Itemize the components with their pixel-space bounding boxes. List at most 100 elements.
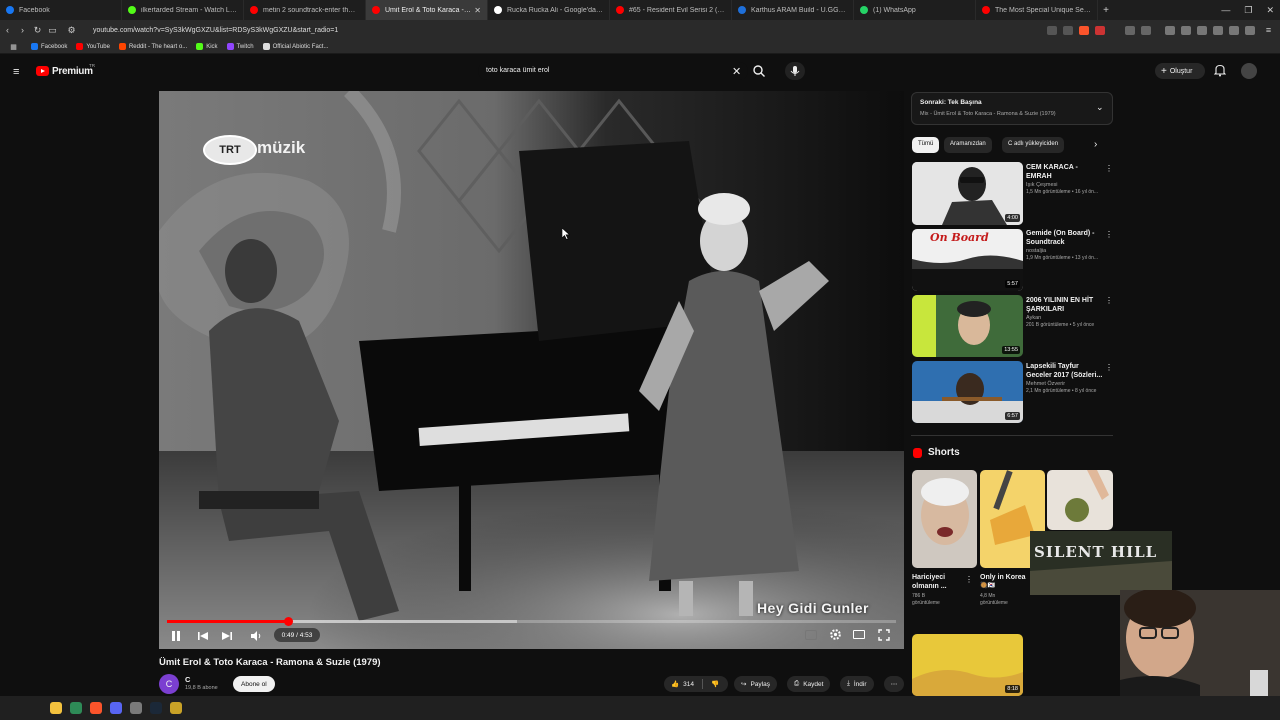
- app-icon[interactable]: [130, 702, 142, 714]
- rec-info-3[interactable]: 2006 YILININ EN HİT ŞARKILARI Aykan 201 …: [1026, 296, 1104, 329]
- rec-info-1[interactable]: CEM KARACA - EMRAH Işık Çeşmesi 1,5 Mn g…: [1026, 163, 1104, 196]
- subtitles-icon[interactable]: [805, 630, 817, 640]
- rec-info-4[interactable]: Lapsekili Tayfur Geceler 2017 (Sözleri..…: [1026, 362, 1104, 395]
- like-count[interactable]: 314: [683, 681, 694, 688]
- share-icon[interactable]: [1063, 25, 1073, 35]
- wallet-icon[interactable]: [1197, 25, 1207, 35]
- more-actions-button[interactable]: ⋯: [884, 676, 904, 692]
- pause-icon[interactable]: [171, 629, 181, 641]
- rec-more-icon[interactable]: ⋮: [1105, 296, 1113, 305]
- back-icon[interactable]: ‹: [0, 25, 15, 35]
- url-field[interactable]: youtube.com/watch?v=SyS3kWgGXZU&list=RDS…: [93, 27, 1047, 34]
- chevron-down-icon[interactable]: ⌄: [1096, 102, 1104, 113]
- menu-icon[interactable]: ≡: [1261, 25, 1276, 35]
- minimize-icon[interactable]: —: [1221, 5, 1230, 15]
- browser-tab[interactable]: (1) WhatsApp: [854, 0, 976, 20]
- profile-icon[interactable]: [1245, 25, 1255, 35]
- file-explorer-icon[interactable]: [50, 702, 62, 714]
- extension-icon[interactable]: [1095, 25, 1105, 35]
- bookmark-item[interactable]: Official Abiotic Fact...: [262, 43, 328, 50]
- subscribe-button[interactable]: Abone ol: [233, 676, 275, 692]
- video-player[interactable]: TRT müzik Hey Gidi Gunler 0:49 / 4:53: [159, 91, 904, 649]
- channel-avatar[interactable]: C: [159, 674, 179, 694]
- mix-playlist-panel[interactable]: Sonraki: Tek Başına Mix - Ümit Erol & To…: [911, 92, 1113, 125]
- bookmark-item[interactable]: Facebook: [31, 43, 67, 50]
- rec-info-2[interactable]: Gemide (On Board) - Soundtrack nostaljia…: [1026, 229, 1104, 262]
- vpn-icon[interactable]: [1229, 25, 1239, 35]
- steam-icon[interactable]: [150, 702, 162, 714]
- rec-thumbnail-4[interactable]: 6:57: [912, 361, 1023, 423]
- chip-from-uploader[interactable]: C adlı yükleyiciden: [1002, 137, 1065, 153]
- site-info-icon[interactable]: ⚙: [64, 25, 79, 36]
- like-icon[interactable]: 👍: [671, 680, 679, 688]
- settings-gear-icon[interactable]: [829, 628, 842, 646]
- bookmark-icon[interactable]: ▭: [45, 25, 60, 36]
- next-icon[interactable]: [221, 629, 233, 647]
- fullscreen-icon[interactable]: [878, 628, 890, 646]
- browser-tab[interactable]: Karthus ARAM Build - U.GG Karthus: [732, 0, 854, 20]
- browser-tab[interactable]: ilkertarded Stream - Watch Live on K: [122, 0, 244, 20]
- bookmark-item[interactable]: Reddit - The heart o...: [118, 43, 187, 50]
- browser-tab[interactable]: The Most Special Unique Self Heatin: [976, 0, 1098, 20]
- rec-thumbnail-1[interactable]: 4:00: [912, 162, 1023, 225]
- discord-icon[interactable]: [110, 702, 122, 714]
- forward-icon[interactable]: ›: [15, 25, 30, 35]
- youtube-logo-icon[interactable]: [36, 66, 49, 76]
- browser-tab[interactable]: #65 - Resident Evil Serisi 2 (PS2 Döne: [610, 0, 732, 20]
- puzzle-icon[interactable]: [1141, 25, 1151, 35]
- app-icon[interactable]: [170, 702, 182, 714]
- chip-all[interactable]: Tümü: [912, 137, 940, 153]
- chip-from-search[interactable]: Aramanızdan: [944, 137, 992, 153]
- close-window-icon[interactable]: ✕: [1266, 5, 1274, 16]
- brave-shield-icon[interactable]: [1079, 25, 1089, 35]
- youtube-logo-text[interactable]: Premium: [52, 66, 93, 77]
- extensions-icon[interactable]: [1125, 25, 1135, 35]
- rec-more-icon[interactable]: ⋮: [1105, 230, 1113, 239]
- browser-tab[interactable]: Rucka Rucka Ali - Google'da Ara: [488, 0, 610, 20]
- rec-more-icon[interactable]: ⋮: [1105, 363, 1113, 372]
- browser-tab[interactable]: Ümit Erol & Toto Karaca - Ra ✕: [366, 0, 488, 20]
- account-avatar[interactable]: [1241, 63, 1257, 79]
- search-icon[interactable]: [752, 64, 766, 83]
- search-input[interactable]: toto karaca ümit erol: [478, 62, 748, 80]
- clear-search-icon[interactable]: ✕: [732, 65, 741, 78]
- short-thumbnail-3[interactable]: [1047, 470, 1113, 530]
- progress-bar[interactable]: [167, 617, 896, 626]
- miniplayer-icon[interactable]: [853, 630, 865, 639]
- volume-icon[interactable]: [250, 629, 262, 647]
- notifications-icon[interactable]: [1213, 64, 1227, 82]
- browser-tab[interactable]: Facebook: [0, 0, 122, 20]
- brave-browser-icon[interactable]: [90, 702, 102, 714]
- share-button[interactable]: ↪ Paylaş: [734, 676, 777, 692]
- save-button[interactable]: ⎙ Kaydet: [787, 676, 831, 692]
- cast-icon[interactable]: [1047, 25, 1057, 35]
- short-more-icon[interactable]: ⋮: [965, 575, 973, 584]
- create-button[interactable]: + Oluştur: [1155, 63, 1205, 79]
- rec-thumbnail-2[interactable]: On Board 5:57: [912, 229, 1023, 291]
- download-button[interactable]: ⤓ İndir: [840, 676, 874, 692]
- rec-thumbnail-5[interactable]: 8:18: [912, 634, 1023, 696]
- bookmark-item[interactable]: YouTube: [76, 43, 110, 50]
- sidebar-icon[interactable]: [1181, 25, 1191, 35]
- restore-icon[interactable]: ❐: [1244, 5, 1252, 16]
- rec-more-icon[interactable]: ⋮: [1105, 164, 1113, 173]
- short-thumbnail-1[interactable]: [912, 470, 977, 568]
- short-info-1[interactable]: Hariciyeci olmanın ... 786 B görüntüleme: [912, 573, 966, 607]
- dislike-icon[interactable]: 👎: [711, 680, 719, 688]
- bookmark-item[interactable]: Twitch: [226, 43, 254, 50]
- music-icon[interactable]: [1165, 25, 1175, 35]
- leo-icon[interactable]: [1213, 25, 1223, 35]
- rec-thumbnail-3[interactable]: 13:55: [912, 295, 1023, 357]
- close-tab-icon[interactable]: ✕: [474, 6, 481, 15]
- apps-icon[interactable]: ▦: [6, 43, 21, 51]
- new-tab-button[interactable]: +: [1098, 5, 1114, 16]
- reload-icon[interactable]: ↻: [30, 25, 45, 36]
- previous-icon[interactable]: [197, 629, 209, 647]
- bookmark-item[interactable]: Kick: [196, 43, 218, 50]
- channel-name[interactable]: C: [185, 675, 190, 684]
- voice-search-icon[interactable]: [785, 62, 805, 80]
- app-icon[interactable]: [70, 702, 82, 714]
- hamburger-menu-icon[interactable]: ≡: [13, 66, 19, 78]
- chevron-right-icon[interactable]: ›: [1094, 139, 1097, 150]
- browser-tab[interactable]: metin 2 soundtrack-enter the east -: [244, 0, 366, 20]
